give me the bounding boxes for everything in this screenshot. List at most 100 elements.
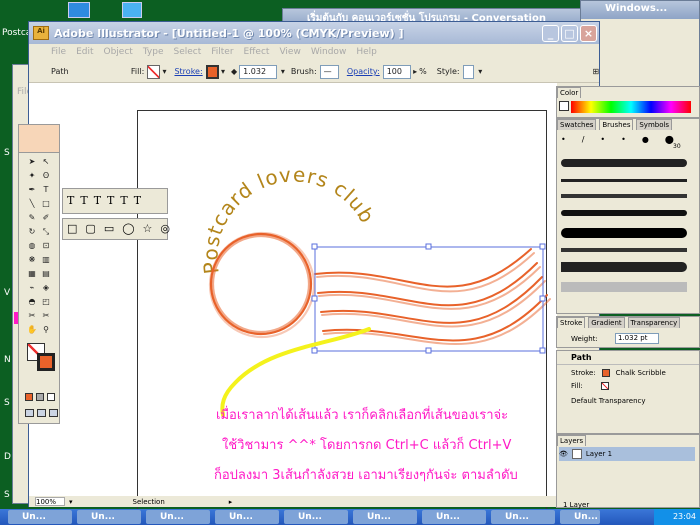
taskbar-item[interactable]: Un...	[215, 510, 279, 524]
brush-stroke-charcoal[interactable]	[561, 159, 687, 167]
graph-tool-icon[interactable]: ▥	[41, 255, 51, 265]
area-type-tool-icon[interactable]: T	[80, 194, 87, 207]
opacity-dropdown-icon[interactable]: ▸	[413, 67, 417, 76]
tab-symbols[interactable]: Symbols	[636, 119, 673, 130]
desktop-shortcut-icon-2[interactable]	[122, 2, 142, 18]
control-bar-menu-icon[interactable]: ⊞	[592, 67, 599, 76]
magic-wand-tool-icon[interactable]: ✦	[27, 171, 37, 181]
zoom-dropdown-icon[interactable]: ▾	[69, 498, 73, 506]
screen-mode-2-icon[interactable]	[37, 409, 46, 417]
stroke-color-box[interactable]	[37, 353, 55, 371]
scissors-tool-icon[interactable]: ✂	[27, 311, 37, 321]
ellipse-tool-icon[interactable]: ◯	[122, 222, 134, 235]
gradient-mode-icon[interactable]	[36, 393, 44, 401]
taskbar-item[interactable]: Un...	[284, 510, 348, 524]
taskbar-item[interactable]: Un...	[491, 510, 555, 524]
menu-view[interactable]: View	[279, 47, 300, 57]
appearance-row-fill[interactable]: Fill:	[571, 382, 609, 390]
tab-brushes[interactable]: Brushes	[599, 119, 634, 130]
pen-tool-icon[interactable]: ✒	[27, 185, 37, 195]
opacity-input[interactable]: 100	[382, 64, 412, 79]
brush-selector[interactable]: —	[319, 64, 339, 79]
fill-swatch[interactable]	[147, 64, 161, 79]
line-tool-icon[interactable]: ╲	[27, 199, 37, 209]
brush-tip-icon[interactable]: •	[621, 135, 626, 149]
visibility-eye-icon[interactable]: 👁	[559, 450, 568, 458]
brush-stroke-thin[interactable]	[561, 179, 687, 182]
close-button[interactable]: ×	[580, 24, 597, 42]
status-arrow-icon[interactable]: ▸	[229, 498, 233, 506]
layer-row[interactable]: 👁 Layer 1	[559, 447, 695, 461]
menu-type[interactable]: Type	[143, 47, 164, 57]
rounded-rectangle-tool-icon[interactable]: ▢	[85, 222, 95, 235]
brush-stroke-splat[interactable]	[561, 248, 687, 252]
zoom-field[interactable]: 100%	[35, 497, 65, 506]
vertical-path-type-tool-icon[interactable]: T	[134, 194, 141, 207]
free-transform-tool-icon[interactable]: ⊡	[41, 241, 51, 251]
star-tool-icon[interactable]: ☆	[143, 222, 153, 235]
logo-curved-text[interactable]: Postcard lovers club	[198, 162, 379, 275]
mesh-tool-icon[interactable]: ▦	[27, 269, 37, 279]
symbol-sprayer-tool-icon[interactable]: ❋	[27, 255, 37, 265]
taskbar-item[interactable]: Un...	[353, 510, 417, 524]
flare-tool-icon[interactable]: ◎	[160, 222, 170, 235]
stroke-weight-input[interactable]: 1.032	[239, 64, 277, 79]
taskbar-item[interactable]: Un...	[422, 510, 486, 524]
appearance-row-stroke[interactable]: Stroke: Chalk Scribble	[571, 369, 666, 377]
tab-layers[interactable]: Layers	[557, 435, 587, 446]
color-spectrum[interactable]	[571, 101, 691, 113]
stroke-swatch[interactable]	[205, 64, 219, 79]
taskbar-item[interactable]: Un...	[146, 510, 210, 524]
screen-mode-icon[interactable]	[25, 409, 34, 417]
postmark-circle[interactable]	[208, 231, 316, 339]
menu-file[interactable]: File	[51, 47, 66, 57]
scissors-tool-2-icon[interactable]: ✂	[41, 311, 51, 321]
zoom-tool-icon[interactable]: ⚲	[41, 325, 51, 335]
style-dropdown-icon[interactable]: ▾	[478, 67, 482, 76]
opacity-label[interactable]: Opacity:	[347, 67, 380, 76]
color-mode-icon[interactable]	[25, 393, 33, 401]
vertical-area-type-tool-icon[interactable]: T	[120, 194, 127, 207]
screen-mode-3-icon[interactable]	[49, 409, 58, 417]
brush-stroke-tapered[interactable]	[561, 262, 687, 272]
brush-tip-icon[interactable]: •	[561, 135, 566, 149]
type-tool-icon[interactable]: T	[41, 185, 51, 195]
maximize-button[interactable]: □	[561, 24, 578, 42]
gradient-tool-icon[interactable]: ▤	[41, 269, 51, 279]
system-tray-clock[interactable]: 23:04	[654, 509, 700, 525]
live-paint-tool-icon[interactable]: ◓	[27, 297, 37, 307]
blend-tool-icon[interactable]: ◈	[41, 283, 51, 293]
stroke-dropdown-icon[interactable]: ▾	[221, 67, 225, 76]
eyedropper-tool-icon[interactable]: ⌁	[27, 283, 37, 293]
tab-stroke[interactable]: Stroke	[557, 317, 586, 328]
path-type-tool-icon[interactable]: T	[94, 194, 101, 207]
style-selector[interactable]	[462, 64, 475, 79]
rotate-tool-icon[interactable]: ↻	[27, 227, 37, 237]
brush-stroke-ink[interactable]	[561, 194, 687, 198]
stroke-label[interactable]: Stroke:	[174, 67, 202, 76]
weight-input[interactable]: 1.032 pt	[615, 333, 659, 344]
selection-tool-icon[interactable]: ➤	[27, 157, 37, 167]
tab-color[interactable]: Color	[557, 87, 582, 98]
none-color-swatch[interactable]	[559, 101, 569, 111]
none-mode-icon[interactable]	[47, 393, 55, 401]
brush-tip-icon[interactable]: /	[582, 135, 585, 149]
scale-tool-icon[interactable]: ⤡	[41, 227, 51, 237]
menu-window[interactable]: Window	[311, 47, 347, 57]
hand-tool-icon[interactable]: ✋	[27, 325, 37, 335]
direct-selection-tool-icon[interactable]: ↖	[41, 157, 51, 167]
desktop-shortcut-icon[interactable]	[68, 2, 90, 18]
slice-tool-icon[interactable]: ◰	[41, 297, 51, 307]
taskbar-item[interactable]: Un...	[8, 510, 72, 524]
menu-help[interactable]: Help	[356, 47, 377, 57]
tab-transparency[interactable]: Transparency	[627, 317, 681, 328]
brush-tip-icon[interactable]: •	[600, 135, 605, 149]
menu-edit[interactable]: Edit	[76, 47, 93, 57]
layer-name[interactable]: Layer 1	[586, 450, 612, 458]
taskbar-item[interactable]: Un...	[77, 510, 141, 524]
lasso-tool-icon[interactable]: ʘ	[41, 171, 51, 181]
pencil-tool-icon[interactable]: ✐	[41, 213, 51, 223]
menu-effect[interactable]: Effect	[244, 47, 270, 57]
menu-filter[interactable]: Filter	[211, 47, 233, 57]
stroke-weight-stepper-icon[interactable]: ◆	[231, 67, 237, 76]
